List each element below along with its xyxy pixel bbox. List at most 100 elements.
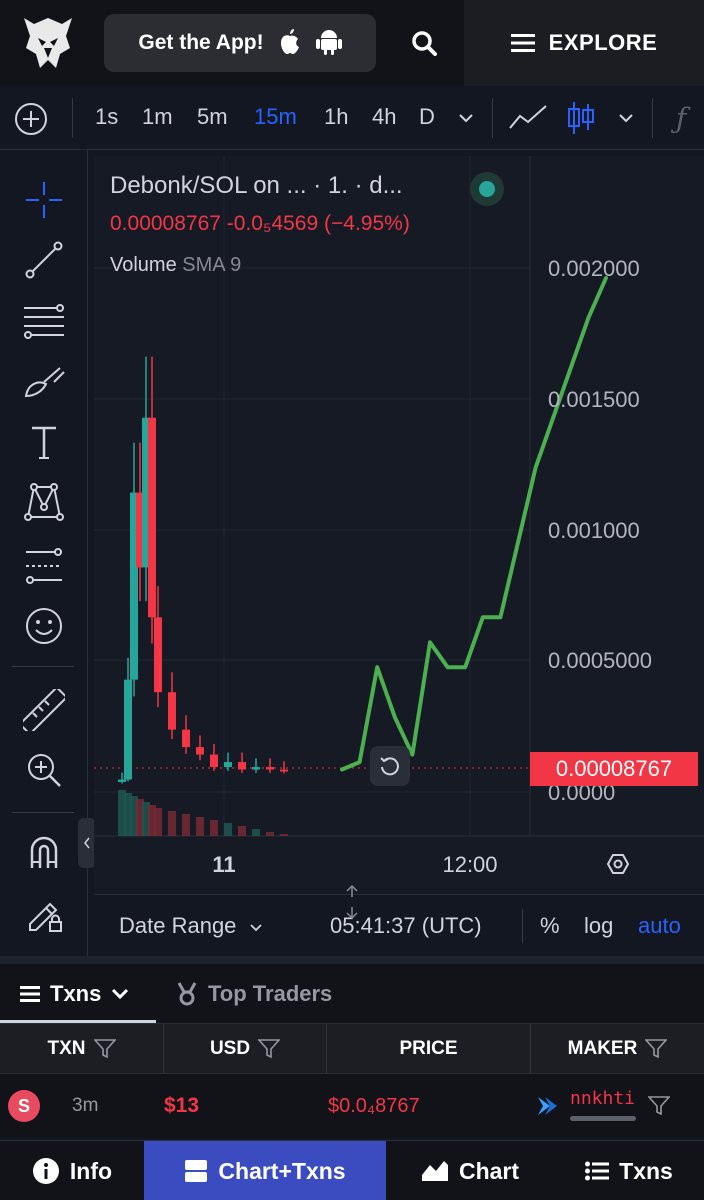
volume-bar xyxy=(154,808,162,836)
area-chart-icon xyxy=(421,1161,448,1181)
log-scale-toggle[interactable]: log xyxy=(584,913,613,939)
col-price[interactable]: PRICE xyxy=(327,1024,531,1074)
bottom-panel-tabs: Txns Top Traders xyxy=(0,964,704,1024)
reset-chart-button[interactable] xyxy=(370,746,410,786)
brush-tool[interactable] xyxy=(18,356,70,408)
tab-txns[interactable]: Txns xyxy=(20,964,129,1024)
footer-divider xyxy=(522,909,523,943)
trend-line-tool[interactable] xyxy=(18,234,70,286)
chart-settings-icon xyxy=(606,854,630,874)
x-tick-label: 11 xyxy=(212,852,235,877)
explore-button[interactable]: EXPLORE xyxy=(464,0,704,86)
get-app-label: Get the App! xyxy=(138,31,264,54)
col-usd[interactable]: USD xyxy=(164,1024,327,1074)
volume-bar xyxy=(238,826,246,836)
volume-legend[interactable]: Volume SMA 9 xyxy=(110,254,241,277)
sell-badge: S xyxy=(8,1090,40,1122)
maker-filter-icon[interactable] xyxy=(648,1074,670,1138)
eagle-logo-icon[interactable] xyxy=(22,14,74,72)
current-price-label: 0.00008767 xyxy=(530,752,698,786)
candles-chart-type-icon[interactable] xyxy=(566,100,596,141)
active-tab-indicator xyxy=(0,1020,156,1023)
candle-body xyxy=(196,747,204,755)
search-button[interactable] xyxy=(396,20,452,66)
nav-chart-txns[interactable]: Chart+Txns xyxy=(144,1141,386,1200)
col-price-label: PRICE xyxy=(399,1038,458,1059)
settings-hexagon xyxy=(606,854,630,874)
table-row[interactable]: S 3m $13 $0.0₄8767 nnkhti xyxy=(0,1074,704,1138)
medal-icon xyxy=(177,982,197,1006)
col-txn[interactable]: TXN xyxy=(0,1024,164,1074)
split-view-icon xyxy=(185,1160,208,1182)
text-tool[interactable] xyxy=(18,416,70,468)
get-the-app-button[interactable]: Get the App! xyxy=(104,14,376,72)
interval-1m[interactable]: 1m xyxy=(142,104,173,130)
chart-toolbar: 1s 1m 5m 15m 1h 4h D ƒ xyxy=(0,86,704,150)
crosshair-tool[interactable] xyxy=(18,174,70,226)
volume-bar xyxy=(210,820,218,836)
y-tick-label: 0.001000 xyxy=(548,518,640,543)
line-chart-type-icon[interactable] xyxy=(508,104,548,137)
drawing-tools-sidebar xyxy=(0,150,88,956)
zoom-in-tool[interactable] xyxy=(18,744,70,796)
chart-symbol-title[interactable]: Debonk/SOL on ... · 1. · d... xyxy=(110,172,403,200)
txn-price: $0.0₄8767 xyxy=(328,1094,420,1117)
list-bullets-icon xyxy=(585,1161,610,1181)
volume-bar xyxy=(266,832,274,836)
emoji-tool[interactable] xyxy=(18,600,70,652)
indicators-fx-icon[interactable]: ƒ xyxy=(676,102,686,135)
pencil-lock-icon xyxy=(29,902,62,932)
date-range-button[interactable]: Date Range xyxy=(119,913,263,939)
interval-1s[interactable]: 1s xyxy=(95,104,118,130)
measure-tool[interactable] xyxy=(18,684,70,736)
nav-chart[interactable]: Chart xyxy=(386,1141,554,1200)
interval-1h[interactable]: 1h xyxy=(324,104,348,130)
pattern-tool[interactable] xyxy=(18,476,70,528)
percent-scale-toggle[interactable]: % xyxy=(540,913,560,939)
lock-drawings-tool[interactable] xyxy=(18,888,70,940)
txn-usd: $13 xyxy=(164,1094,200,1117)
magnet-tool[interactable] xyxy=(18,826,70,878)
maker-progress-bar xyxy=(570,1116,636,1121)
volume-bar xyxy=(182,814,190,836)
auto-scale-toggle[interactable]: auto xyxy=(638,913,681,939)
nav-info[interactable]: Info xyxy=(0,1141,144,1200)
price-chart[interactable]: 0.002000 0.001500 0.001000 0.0005000 0.0000 … xyxy=(94,156,704,894)
nav-txns-label: Txns xyxy=(619,1157,673,1184)
nav-txns[interactable]: Txns xyxy=(554,1141,704,1200)
volume-label: Volume xyxy=(110,254,177,276)
nav-chart-txns-label: Chart+Txns xyxy=(218,1157,346,1184)
brush-icon xyxy=(24,367,65,398)
resize-handle-icon[interactable] xyxy=(344,884,360,924)
candle-body xyxy=(210,754,218,768)
interval-15m[interactable]: 15m xyxy=(254,104,297,130)
interval-4h[interactable]: 4h xyxy=(372,104,396,130)
list-icon xyxy=(20,986,40,1002)
pattern-icon xyxy=(24,483,64,521)
candle-body xyxy=(168,692,176,730)
volume-bar xyxy=(168,811,176,836)
prediction-icon xyxy=(26,548,62,584)
tab-top-traders[interactable]: Top Traders xyxy=(176,964,332,1024)
candle-body xyxy=(182,729,190,748)
toolbar-divider xyxy=(72,98,73,138)
candle-body xyxy=(266,767,274,770)
volume-bar xyxy=(280,834,288,836)
interval-1d[interactable]: D xyxy=(419,104,435,130)
nav-chart-label: Chart xyxy=(458,1157,520,1184)
chart-type-dropdown-chevron-icon[interactable] xyxy=(618,110,634,128)
add-symbol-button[interactable] xyxy=(14,102,48,136)
last-price: 0.00008767 xyxy=(110,212,221,235)
txn-type-badge: S xyxy=(8,1074,40,1138)
raydium-icon xyxy=(536,1074,558,1138)
tools-divider xyxy=(12,812,74,813)
interval-5m[interactable]: 5m xyxy=(197,104,228,130)
explore-label: EXPLORE xyxy=(548,30,658,55)
horizontal-lines-tool[interactable] xyxy=(18,296,70,348)
interval-dropdown-chevron-icon[interactable] xyxy=(458,110,474,128)
y-tick-label: 0.002000 xyxy=(548,256,640,281)
filter-icon xyxy=(258,1039,281,1059)
y-tick-label: 0.001500 xyxy=(548,387,640,412)
forecast-tool[interactable] xyxy=(18,540,70,592)
pane-splitter[interactable] xyxy=(0,956,704,964)
